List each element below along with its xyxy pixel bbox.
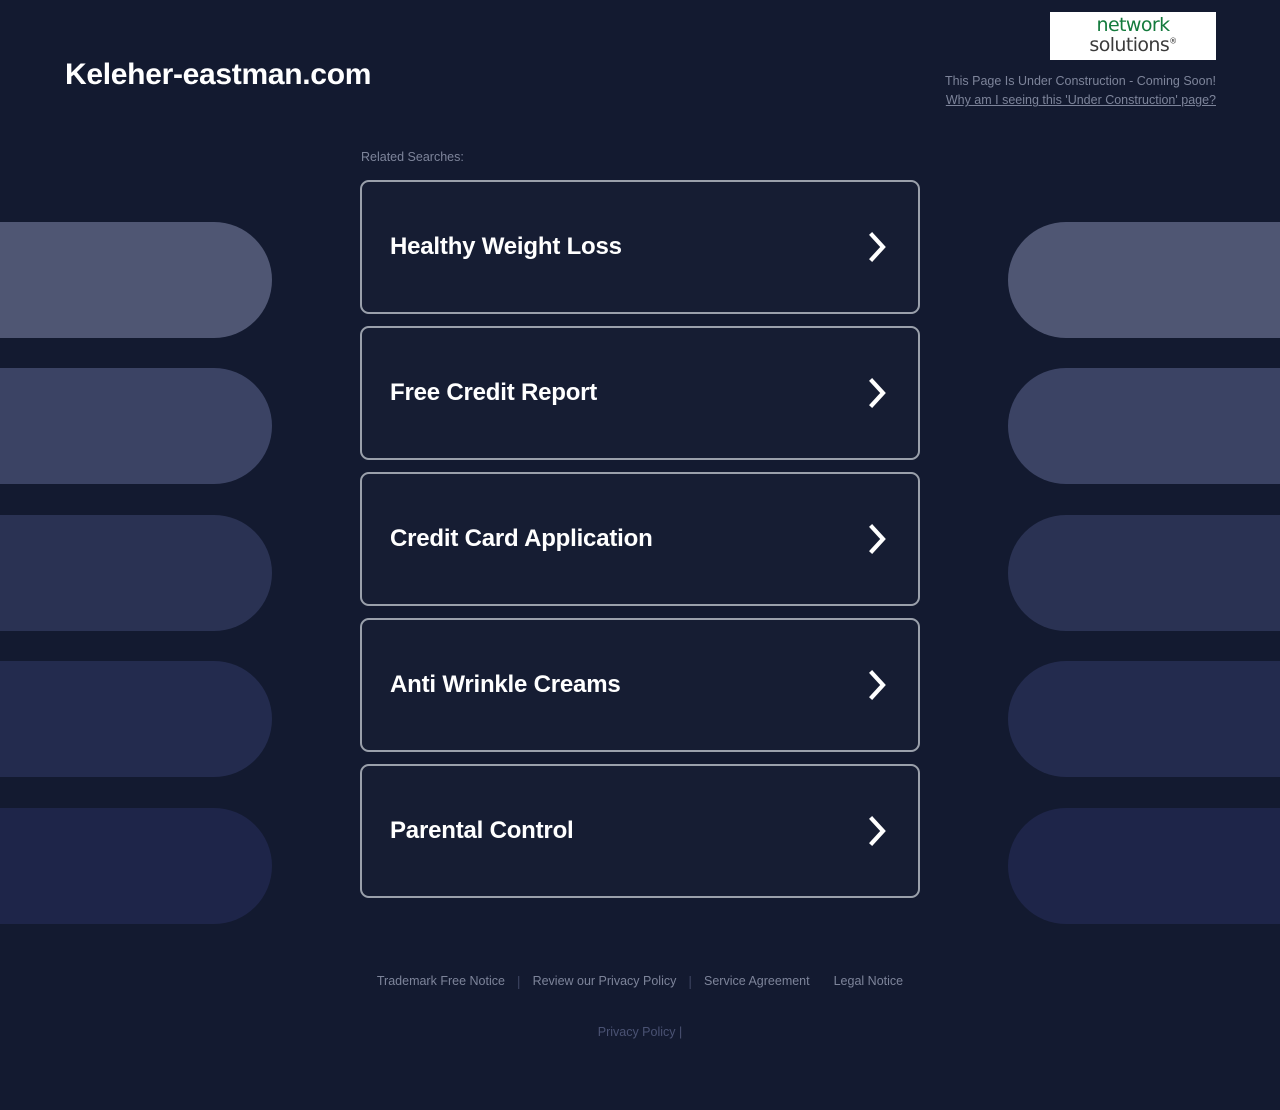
search-card[interactable]: Anti Wrinkle Creams xyxy=(360,618,920,752)
footer-link[interactable]: Trademark Free Notice xyxy=(365,974,517,988)
footer-links: Trademark Free Notice | Review our Privacy… xyxy=(360,973,920,989)
footer-bottom-separator: | xyxy=(679,1025,683,1039)
search-card[interactable]: Parental Control xyxy=(360,764,920,898)
logo-line-network: network xyxy=(1096,14,1171,36)
logo-solutions-text: solutions xyxy=(1089,34,1170,56)
footer-bottom-line: Privacy Policy | xyxy=(360,1025,920,1039)
footer-link[interactable]: Review our Privacy Policy xyxy=(521,974,689,988)
search-card-label: Parental Control xyxy=(390,817,574,844)
page-root: Keleher-eastman.com network solutions® T… xyxy=(0,0,1280,1110)
network-solutions-logo: network solutions® xyxy=(1050,12,1216,60)
chevron-right-icon xyxy=(868,524,888,554)
chevron-right-icon xyxy=(868,232,888,262)
footer-link[interactable]: Service Agreement xyxy=(692,974,822,988)
related-searches-label: Related Searches: xyxy=(361,150,464,164)
header-right-group: network solutions® This Page Is Under Co… xyxy=(945,12,1216,111)
footer-link[interactable]: Legal Notice xyxy=(822,974,916,988)
search-card-label: Healthy Weight Loss xyxy=(390,233,622,260)
search-card-label: Free Credit Report xyxy=(390,379,598,406)
page-title: Keleher-eastman.com xyxy=(65,58,372,91)
chevron-right-icon xyxy=(868,378,888,408)
registered-mark-icon: ® xyxy=(1169,36,1177,46)
chevron-right-icon xyxy=(868,670,888,700)
related-searches-list: Healthy Weight Loss Free Credit Report Cre… xyxy=(360,180,920,898)
footer-privacy-policy-link[interactable]: Privacy Policy xyxy=(598,1025,676,1039)
logo-line-solutions: solutions® xyxy=(1050,36,1216,55)
chevron-right-icon xyxy=(868,816,888,846)
search-card[interactable]: Free Credit Report xyxy=(360,326,920,460)
search-card[interactable]: Healthy Weight Loss xyxy=(360,180,920,314)
search-card-label: Anti Wrinkle Creams xyxy=(390,671,621,698)
main-content: Related Searches: Healthy Weight Loss Fre… xyxy=(360,150,920,1039)
page-footer: Trademark Free Notice | Review our Privacy… xyxy=(360,973,920,1039)
page-header: Keleher-eastman.com network solutions® T… xyxy=(0,0,1280,150)
search-card-label: Credit Card Application xyxy=(390,525,653,552)
why-under-construction-link[interactable]: Why am I seeing this 'Under Construction… xyxy=(945,91,1216,110)
under-construction-note: This Page Is Under Construction - Coming… xyxy=(945,74,1216,88)
search-card[interactable]: Credit Card Application xyxy=(360,472,920,606)
